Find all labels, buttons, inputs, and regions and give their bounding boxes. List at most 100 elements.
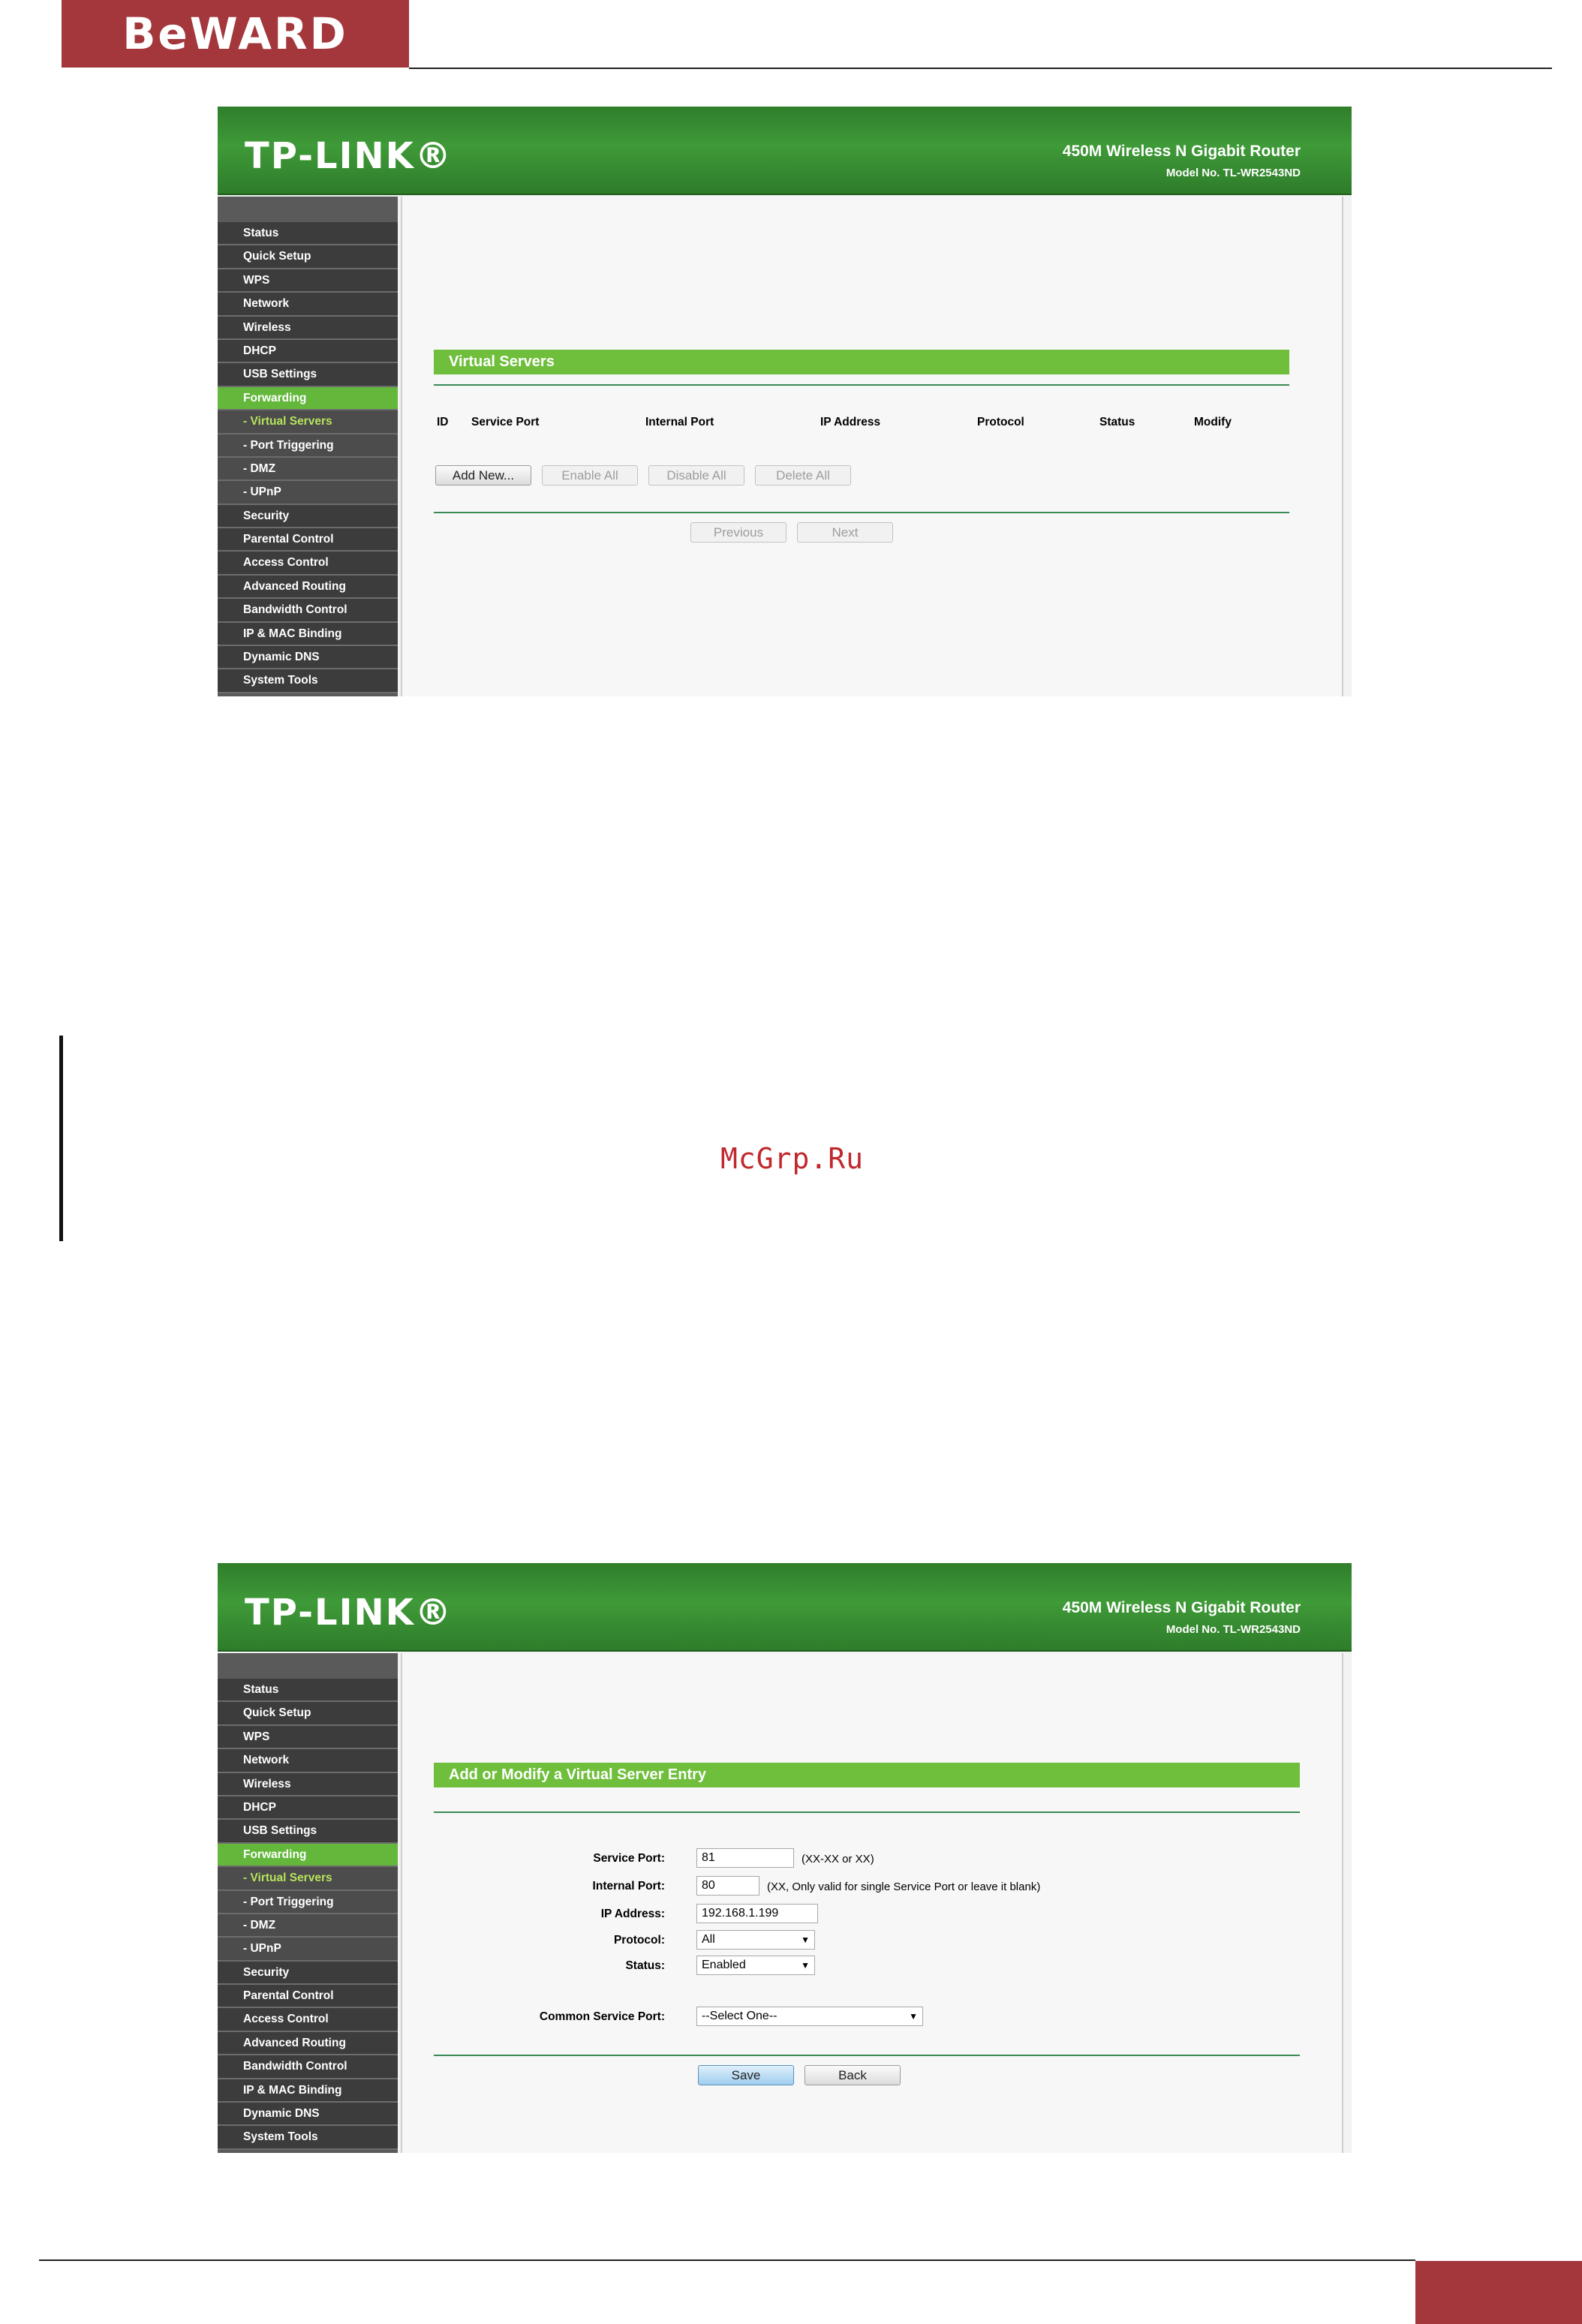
router-screenshot-virtual-servers: TP-LINK® 450M Wireless N Gigabit Router … [218,107,1352,696]
column-header-service-port: Service Port [471,416,540,428]
model-number: Model No. TL-WR2543ND [1165,1623,1301,1636]
table-bottom-rule [434,512,1289,513]
sidebar-item-wireless[interactable]: Wireless [218,1772,398,1796]
tp-link-logo: TP-LINK® [245,135,453,177]
sidebar-item-dmz[interactable]: - DMZ [218,457,398,482]
sidebar-item-wps[interactable]: WPS [218,1725,398,1750]
column-header-id: ID [437,416,449,428]
content-panel: Add or Modify a Virtual Server Entry Ser… [401,1653,1343,2153]
protocol-selected-value: All [702,1933,715,1946]
sidebar-item-parental-control[interactable]: Parental Control [218,528,398,552]
section-title: Add or Modify a Virtual Server Entry [434,1763,1300,1787]
service-port-label: Service Port: [593,1852,665,1865]
sidebar-item-status[interactable]: Status [218,222,398,246]
sidebar-item-network[interactable]: Network [218,293,398,317]
sidebar-item-bandwidth-control[interactable]: Bandwidth Control [218,2055,398,2079]
sidebar-item-network[interactable]: Network [218,1749,398,1773]
sidebar-item-upnp[interactable]: - UPnP [218,1938,398,1962]
sidebar-item-dmz[interactable]: - DMZ [218,1914,398,1938]
protocol-label: Protocol: [613,1934,665,1947]
column-header-ip-address: IP Address [820,416,881,428]
status-selected-value: Enabled [702,1959,746,1971]
internal-port-input[interactable]: 80 [696,1876,759,1896]
delete-all-button[interactable]: Delete All [755,465,851,486]
sidebar-item-usb-settings[interactable]: USB Settings [218,363,398,387]
section-rule [434,1811,1300,1813]
sidebar-item-port-triggering[interactable]: - Port Triggering [218,434,398,458]
sidebar-item-security[interactable]: Security [218,1961,398,1986]
internal-port-hint: (XX, Only valid for single Service Port … [767,1881,1041,1893]
beward-logo: BeWARD [62,0,409,68]
tp-link-logo: TP-LINK® [245,1592,453,1634]
section-rule [434,384,1289,386]
enable-all-button[interactable]: Enable All [542,465,638,486]
sidebar-item-system-tools[interactable]: System Tools [218,669,398,693]
sidebar-item-system-tools[interactable]: System Tools [218,2126,398,2150]
router-banner: TP-LINK® 450M Wireless N Gigabit Router … [218,107,1352,195]
column-header-status: Status [1099,416,1135,428]
product-name: 450M Wireless N Gigabit Router [1062,1599,1301,1616]
router-screenshot-add-entry: TP-LINK® 450M Wireless N Gigabit Router … [218,1563,1352,2153]
sidebar-item-dynamic-dns[interactable]: Dynamic DNS [218,2103,398,2127]
margin-bar [59,1036,63,1241]
chevron-down-icon: ▼ [909,2011,918,2022]
previous-button[interactable]: Previous [690,522,786,543]
sidebar-item-virtual-servers[interactable]: - Virtual Servers [218,1867,398,1891]
model-number: Model No. TL-WR2543ND [1165,167,1301,179]
router-banner: TP-LINK® 450M Wireless N Gigabit Router … [218,1563,1352,1652]
status-label: Status: [625,1959,665,1972]
sidebar-item-port-triggering[interactable]: - Port Triggering [218,1890,398,1914]
watermark-text: McGrp.Ru [720,1142,865,1175]
sidebar-item-security[interactable]: Security [218,504,398,529]
sidebar-menu: Status Quick Setup WPS Network Wireless … [218,197,398,696]
sidebar-item-dynamic-dns[interactable]: Dynamic DNS [218,646,398,670]
sidebar-item-virtual-servers[interactable]: - Virtual Servers [218,410,398,434]
sidebar-item-usb-settings[interactable]: USB Settings [218,1820,398,1844]
sidebar-item-ip-mac-binding[interactable]: IP & MAC Binding [218,622,398,647]
sidebar-item-dhcp[interactable]: DHCP [218,339,398,364]
sidebar-item-advanced-routing[interactable]: Advanced Routing [218,575,398,600]
column-header-modify: Modify [1194,416,1232,428]
back-button[interactable]: Back [805,2065,901,2085]
content-panel: Virtual Servers ID Service Port Internal… [401,197,1343,696]
footer-rule [39,2259,1415,2261]
service-port-hint: (XX-XX or XX) [802,1853,874,1866]
add-new-button[interactable]: Add New... [435,465,531,486]
sidebar-item-access-control[interactable]: Access Control [218,2008,398,2032]
form-bottom-rule [434,2055,1300,2056]
ip-address-input[interactable]: 192.168.1.199 [696,1904,818,1923]
save-button[interactable]: Save [698,2065,794,2085]
sidebar-item-forwarding[interactable]: Forwarding [218,386,398,411]
next-button[interactable]: Next [797,522,893,543]
sidebar-item-access-control[interactable]: Access Control [218,552,398,576]
common-service-port-select[interactable]: --Select One-- ▼ [696,2007,923,2026]
sidebar-item-status[interactable]: Status [218,1679,398,1703]
product-name: 450M Wireless N Gigabit Router [1062,143,1301,160]
status-select[interactable]: Enabled ▼ [696,1956,815,1975]
common-service-port-selected-value: --Select One-- [702,2010,777,2022]
sidebar-item-quick-setup[interactable]: Quick Setup [218,1702,398,1726]
sidebar-item-dhcp[interactable]: DHCP [218,1796,398,1820]
column-header-internal-port: Internal Port [645,416,714,428]
sidebar-item-ip-mac-binding[interactable]: IP & MAC Binding [218,2079,398,2103]
sidebar-item-wps[interactable]: WPS [218,269,398,293]
common-service-port-label: Common Service Port: [539,2010,665,2023]
sidebar-item-advanced-routing[interactable]: Advanced Routing [218,2031,398,2056]
sidebar-item-bandwidth-control[interactable]: Bandwidth Control [218,599,398,623]
footer-block [1415,2261,1582,2324]
sidebar-menu: Status Quick Setup WPS Network Wireless … [218,1653,398,2153]
protocol-select[interactable]: All ▼ [696,1930,815,1950]
chevron-down-icon: ▼ [801,1935,810,1945]
service-port-input[interactable]: 81 [696,1848,794,1868]
sidebar-item-forwarding[interactable]: Forwarding [218,1843,398,1868]
sidebar-item-upnp[interactable]: - UPnP [218,481,398,505]
disable-all-button[interactable]: Disable All [648,465,744,486]
header-rule [409,68,1552,69]
internal-port-label: Internal Port: [592,1880,665,1893]
sidebar-item-wireless[interactable]: Wireless [218,316,398,340]
sidebar-item-quick-setup[interactable]: Quick Setup [218,245,398,269]
sidebar-item-parental-control[interactable]: Parental Control [218,1985,398,2009]
column-header-protocol: Protocol [977,416,1024,428]
section-title: Virtual Servers [434,350,1289,374]
ip-address-label: IP Address: [600,1908,665,1920]
